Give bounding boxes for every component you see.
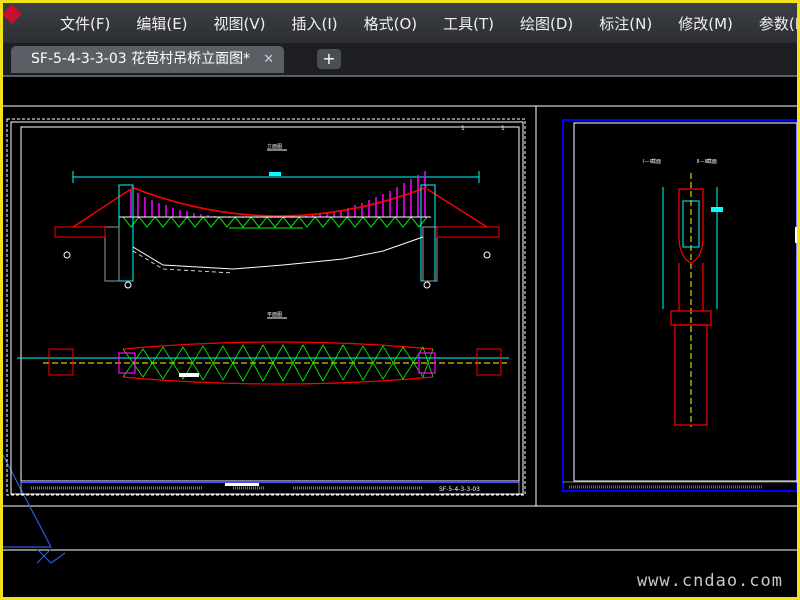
section-label: [711, 207, 723, 212]
menu-dimension[interactable]: 标注(N): [586, 13, 665, 34]
section-label-edge: [795, 227, 797, 243]
menu-file[interactable]: 文件(F): [47, 13, 123, 34]
sheet-number: SF-5-4-3-3-03: [439, 486, 480, 493]
plan-left-anchor: [48, 348, 74, 376]
menu-insert[interactable]: 插入(I): [279, 13, 351, 34]
ucs-axis-icon: [36, 548, 66, 564]
ground-profile: [132, 236, 424, 270]
close-icon[interactable]: ✕: [263, 46, 274, 73]
sheet-border: [20, 126, 520, 482]
app-logo-icon[interactable]: [2, 3, 47, 43]
menu-edit[interactable]: 编辑(E): [123, 13, 200, 34]
menu-bar: 文件(F) 编辑(E) 视图(V) 插入(I) 格式(O) 工具(T) 绘图(D…: [2, 3, 800, 43]
ground-profile-dashed: [132, 250, 234, 274]
sheet-dashed-border: [6, 118, 526, 496]
menu-draw[interactable]: 绘图(D): [507, 13, 586, 34]
dimension-label: [269, 172, 281, 176]
document-tab-bar: SF-5-4-3-3-03 花苞村吊桥立面图* ✕ +: [3, 43, 797, 77]
menu-parameters[interactable]: 参数(P: [746, 13, 800, 34]
left-sheet: SF-5-4-3-3-03 1 1 立面图 平面图: [6, 118, 526, 496]
plan-label: [179, 373, 199, 377]
hangers: [130, 171, 426, 218]
section-marker: [63, 251, 71, 259]
right-sheet: Ⅰ—Ⅰ截面 Ⅱ—Ⅱ截面: [562, 119, 797, 492]
ucs-icon: [3, 454, 52, 548]
tab-label: SF-5-4-3-3-03 花苞村吊桥立面图*: [31, 51, 251, 67]
plan-right-anchor: [476, 348, 502, 376]
section-marker: [423, 281, 431, 289]
page-mark: 1: [501, 125, 505, 132]
section-marker: [124, 281, 132, 289]
left-abutment: [104, 226, 120, 282]
title-block-label: [225, 483, 259, 486]
menu-modify[interactable]: 修改(M): [665, 13, 746, 34]
page-mark: 1: [461, 125, 465, 132]
watermark: www.cndao.com: [636, 571, 783, 591]
menu-view[interactable]: 视图(V): [201, 13, 279, 34]
deck-truss: [122, 216, 428, 228]
elevation-title: 立面图: [267, 143, 282, 150]
section-marker: [483, 251, 491, 259]
plan-title: 平面图: [267, 312, 282, 318]
drawing-canvas[interactable]: SF-5-4-3-3-03 1 1 立面图 平面图 Ⅰ—Ⅰ截面 Ⅱ—Ⅱ截面 ww…: [3, 77, 797, 597]
menu-tools[interactable]: 工具(T): [430, 13, 507, 34]
right-sheet-border: [573, 122, 797, 482]
section-title: Ⅰ—Ⅰ截面: [643, 158, 661, 165]
add-tab-button[interactable]: +: [317, 49, 341, 69]
right-inner-frame: [562, 119, 797, 492]
cad-drawing: SF-5-4-3-3-03 1 1 立面图 平面图 Ⅰ—Ⅰ截面 Ⅱ—Ⅱ截面: [3, 105, 797, 564]
tab-active-drawing[interactable]: SF-5-4-3-3-03 花苞村吊桥立面图* ✕: [11, 46, 285, 73]
section-title: Ⅱ—Ⅱ截面: [697, 158, 717, 165]
sheet-frame: [10, 121, 524, 495]
menu-format[interactable]: 格式(O): [351, 13, 431, 34]
